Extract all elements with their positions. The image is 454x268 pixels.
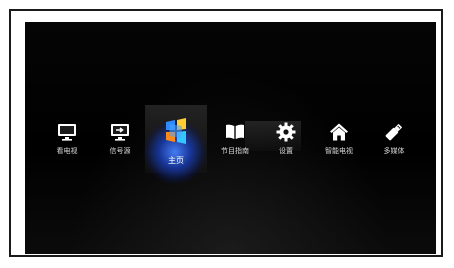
gear-icon	[276, 122, 296, 142]
menu-item-label: 节目指南	[221, 147, 249, 155]
tv-screen: 看电视 信号源 主页 节目指南 设置 智能电视 多媒体	[25, 22, 436, 254]
menu-item-label: 信号源	[109, 147, 131, 155]
menu-item-multimedia[interactable]: 多媒体	[370, 110, 418, 170]
input-source-icon	[111, 124, 129, 141]
menu-item-label: 智能电视	[325, 147, 353, 155]
menu-item-label: 看电视	[56, 147, 78, 155]
menu-item-settings[interactable]: 设置	[262, 110, 310, 170]
menu-item-label: 主页	[168, 156, 184, 165]
menu-item-label: 设置	[279, 147, 293, 155]
home-tiles-icon	[166, 118, 186, 144]
house-icon	[330, 123, 348, 141]
usb-drive-icon	[385, 123, 403, 141]
tv-icon	[58, 124, 76, 141]
open-book-icon	[226, 124, 244, 139]
menu-item-home[interactable]: 主页	[152, 110, 200, 170]
menu-item-program-guide[interactable]: 节目指南	[211, 110, 259, 170]
menu-item-input-source[interactable]: 信号源	[96, 110, 144, 170]
menu-item-smart-tv[interactable]: 智能电视	[315, 110, 363, 170]
menu-item-label: 多媒体	[383, 147, 405, 155]
main-menu-bar: 看电视 信号源 主页 节目指南 设置 智能电视 多媒体	[25, 105, 436, 184]
menu-item-watch-tv[interactable]: 看电视	[43, 110, 91, 170]
